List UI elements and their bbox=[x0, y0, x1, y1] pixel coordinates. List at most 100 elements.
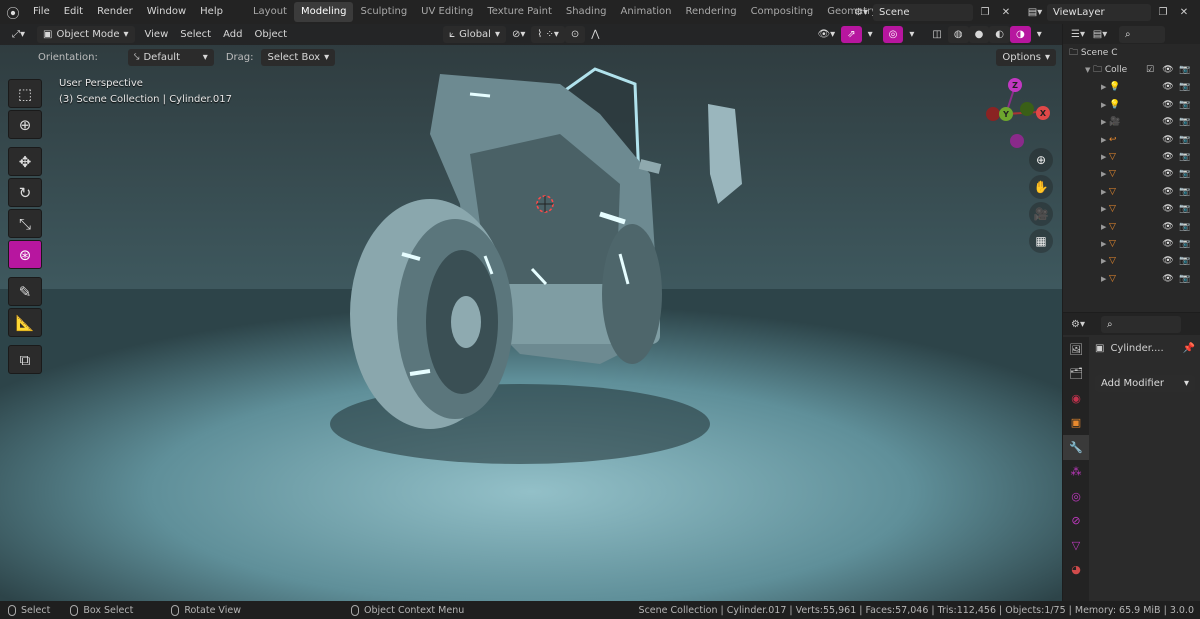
editor-type-icon[interactable]: ⤢▾ bbox=[6, 26, 31, 43]
menu-render[interactable]: Render bbox=[90, 0, 140, 24]
new-view-layer-icon[interactable]: ❐ bbox=[1154, 4, 1172, 21]
scene-name-field[interactable]: Scene bbox=[873, 3, 973, 21]
tab-texture-paint[interactable]: Texture Paint bbox=[480, 2, 559, 22]
navigation-gizmo[interactable]: Z Y X bbox=[978, 76, 1058, 156]
cursor-tool-icon[interactable]: ⊕ bbox=[8, 110, 42, 139]
eye-icon[interactable]: 👁 bbox=[1162, 65, 1174, 75]
eye-icon[interactable]: 👁 bbox=[1162, 256, 1174, 266]
drag-selector[interactable]: Select Box ▾ bbox=[261, 48, 336, 66]
add-cube-tool-icon[interactable]: ⧉ bbox=[8, 345, 42, 374]
camera-icon[interactable]: 📷 bbox=[1179, 82, 1191, 92]
menu-file[interactable]: File bbox=[26, 0, 57, 24]
tab-layout[interactable]: Layout bbox=[246, 2, 294, 22]
outliner-item-camera[interactable]: ▶ 🎥 👁 📷 bbox=[1063, 114, 1200, 131]
overlays-toggle-icon[interactable]: ◎ bbox=[882, 26, 904, 43]
gizmo-menu-icon[interactable]: ▾ bbox=[862, 26, 879, 43]
eye-icon[interactable]: 👁 bbox=[1162, 152, 1174, 162]
menu-view[interactable]: View bbox=[139, 26, 175, 43]
visibility-icon[interactable]: 👁▾ bbox=[811, 26, 841, 43]
properties-search-input[interactable]: ⌕ bbox=[1101, 315, 1181, 333]
eye-icon[interactable]: 👁 bbox=[1162, 274, 1174, 284]
delete-scene-icon[interactable]: ✕ bbox=[997, 4, 1015, 21]
measure-tool-icon[interactable]: 📐 bbox=[8, 308, 42, 337]
outliner-item-mesh[interactable]: ▶ ▽ 👁 📷 bbox=[1063, 148, 1200, 165]
xray-icon[interactable]: ◫ bbox=[926, 26, 947, 43]
camera-icon[interactable]: 📷 bbox=[1179, 169, 1191, 179]
gizmo-neg-x-axis[interactable] bbox=[986, 107, 1000, 121]
eye-icon[interactable]: 👁 bbox=[1162, 187, 1174, 197]
shading-solid-icon[interactable]: ● bbox=[968, 26, 990, 43]
tab-compositing[interactable]: Compositing bbox=[744, 2, 821, 22]
tab-object-icon[interactable]: ▣ bbox=[1063, 411, 1089, 436]
camera-view-icon[interactable]: 🎥 bbox=[1029, 202, 1053, 226]
outliner-item-curve[interactable]: ▶ ↩ 👁 📷 bbox=[1063, 131, 1200, 148]
proportional-edit-icon[interactable]: ⊙ bbox=[564, 26, 586, 43]
menu-add[interactable]: Add bbox=[217, 26, 248, 43]
eye-icon[interactable]: 👁 bbox=[1162, 239, 1174, 249]
eye-icon[interactable]: 👁 bbox=[1162, 117, 1174, 127]
view-layer-field[interactable]: ViewLayer bbox=[1047, 3, 1151, 21]
outliner-item-light[interactable]: ▶ 💡 👁 📷 bbox=[1063, 96, 1200, 113]
transform-orientation-selector[interactable]: ⟀ Global ▾ bbox=[443, 26, 506, 43]
gizmo-neg-y-axis[interactable] bbox=[1020, 102, 1034, 116]
camera-icon[interactable]: 📷 bbox=[1179, 239, 1191, 249]
tab-uv-editing[interactable]: UV Editing bbox=[414, 2, 480, 22]
menu-select[interactable]: Select bbox=[174, 26, 217, 43]
tab-material-icon[interactable]: ◕ bbox=[1063, 558, 1089, 583]
gizmo-x-axis[interactable]: X bbox=[1036, 106, 1050, 120]
rotate-tool-icon[interactable]: ↻ bbox=[8, 178, 42, 207]
annotate-tool-icon[interactable]: ✎ bbox=[8, 277, 42, 306]
gizmo-y-axis[interactable]: Y bbox=[999, 107, 1013, 121]
tab-sculpting[interactable]: Sculpting bbox=[353, 2, 414, 22]
outliner-item-mesh[interactable]: ▶ ▽ 👁 📷 bbox=[1063, 253, 1200, 270]
mode-selector[interactable]: ▣ Object Mode ▾ bbox=[37, 26, 135, 43]
snap-icon[interactable]: ⌇ ⁘▾ bbox=[531, 26, 565, 43]
menu-edit[interactable]: Edit bbox=[57, 0, 90, 24]
camera-icon[interactable]: 📷 bbox=[1179, 117, 1191, 127]
tab-particles-icon[interactable]: ⁂ bbox=[1063, 460, 1089, 485]
scale-tool-icon[interactable]: ⤡ bbox=[8, 209, 42, 238]
outliner-collection-row[interactable]: ▼ 🗀 Colle ☑ 👁 📷 bbox=[1063, 61, 1200, 78]
tab-world-icon[interactable]: ◉ bbox=[1063, 386, 1089, 411]
tab-constraints-icon[interactable]: ⊘ bbox=[1063, 509, 1089, 534]
checkbox-icon[interactable]: ☑ bbox=[1146, 65, 1154, 75]
blender-logo-icon[interactable]: ⦿ bbox=[0, 0, 26, 24]
camera-icon[interactable]: 📷 bbox=[1179, 256, 1191, 266]
outliner-item-mesh[interactable]: ▶ ▽ 👁 📷 bbox=[1063, 201, 1200, 218]
camera-icon[interactable]: 📷 bbox=[1179, 187, 1191, 197]
add-modifier-button[interactable]: Add Modifier ▾ bbox=[1095, 375, 1195, 392]
shading-menu-icon[interactable]: ▾ bbox=[1031, 26, 1048, 43]
properties-editor-icon[interactable]: ⚙▾ bbox=[1069, 316, 1087, 333]
camera-icon[interactable]: 📷 bbox=[1179, 152, 1191, 162]
orientation-selector[interactable]: ⤥ Default ▾ bbox=[127, 48, 214, 66]
outliner-item-mesh[interactable]: ▶ ▽ 👁 📷 bbox=[1063, 235, 1200, 252]
gizmo-neg-z-axis[interactable] bbox=[1010, 134, 1024, 148]
tab-animation[interactable]: Animation bbox=[614, 2, 679, 22]
shading-wireframe-icon[interactable]: ◍ bbox=[947, 26, 969, 43]
eye-icon[interactable]: 👁 bbox=[1162, 222, 1174, 232]
outliner-item-mesh[interactable]: ▶ ▽ 👁 📷 bbox=[1063, 183, 1200, 200]
options-dropdown[interactable]: Options ▾ bbox=[996, 48, 1056, 66]
outliner-item-mesh[interactable]: ▶ ▽ 👁 📷 bbox=[1063, 218, 1200, 235]
object-name-label[interactable]: Cylinder.... bbox=[1110, 343, 1163, 354]
outliner-item-mesh[interactable]: ▶ ▽ 👁 📷 bbox=[1063, 166, 1200, 183]
falloff-icon[interactable]: ⋀ bbox=[585, 26, 605, 43]
tab-modeling[interactable]: Modeling bbox=[293, 2, 354, 22]
shading-material-icon[interactable]: ◐ bbox=[989, 26, 1011, 43]
3d-viewport[interactable]: ⤢▾ ▣ Object Mode ▾ View Select Add Object … bbox=[0, 24, 1062, 601]
camera-icon[interactable]: 📷 bbox=[1179, 100, 1191, 110]
camera-icon[interactable]: 📷 bbox=[1179, 274, 1191, 284]
delete-view-layer-icon[interactable]: ✕ bbox=[1175, 4, 1193, 21]
gizmo-toggle-icon[interactable]: ⇗ bbox=[841, 26, 862, 43]
menu-help[interactable]: Help bbox=[193, 0, 230, 24]
shading-rendered-icon[interactable]: ◑ bbox=[1010, 26, 1031, 43]
pin-icon[interactable]: 📌 bbox=[1183, 343, 1195, 354]
pan-hand-icon[interactable]: ✋ bbox=[1029, 175, 1053, 199]
outliner-search-input[interactable]: ⌕ bbox=[1119, 25, 1165, 43]
tab-rendering[interactable]: Rendering bbox=[678, 2, 743, 22]
gizmo-z-axis[interactable]: Z bbox=[1008, 78, 1022, 92]
overlays-menu-icon[interactable]: ▾ bbox=[903, 26, 920, 43]
scene-icon[interactable]: ⚙▾ bbox=[852, 4, 870, 21]
eye-icon[interactable]: 👁 bbox=[1162, 135, 1174, 145]
view-layer-icon[interactable]: ▤▾ bbox=[1026, 4, 1044, 21]
